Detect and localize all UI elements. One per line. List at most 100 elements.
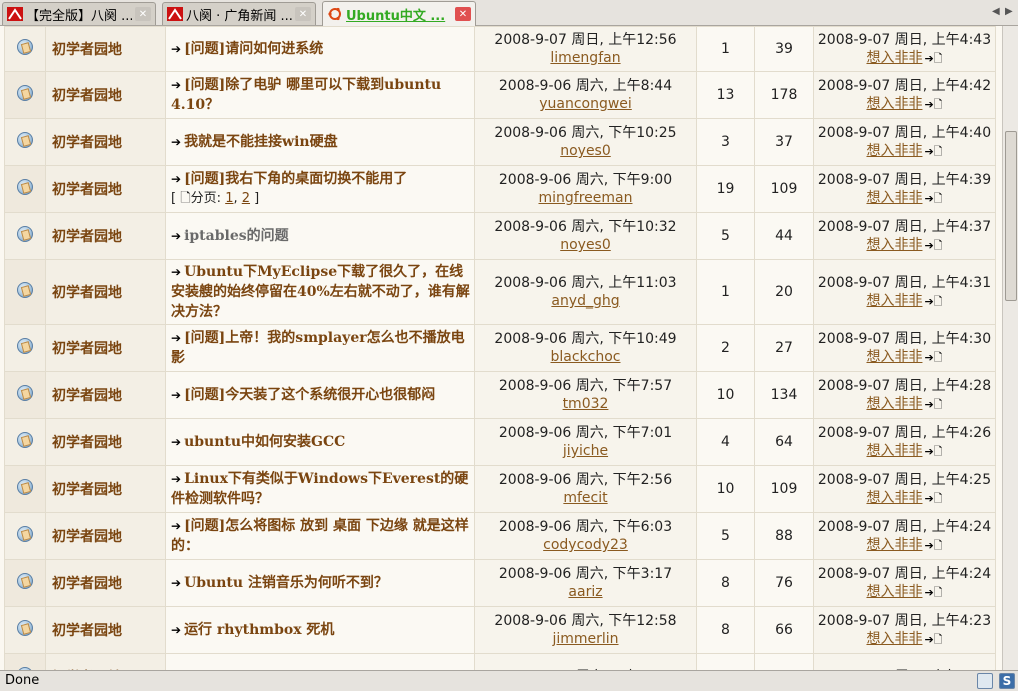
goto-last-post-icon[interactable]: ➔🗋 [924, 349, 942, 367]
last-poster-link[interactable]: 想入非非 [866, 490, 922, 506]
tab-close-icon[interactable]: ✕ [295, 7, 311, 21]
goto-last-post-icon[interactable]: ➔🗋 [924, 537, 942, 555]
goto-last-post-icon[interactable]: ➔🗋 [924, 190, 942, 208]
topic-author-cell: 2008-9-06 周六, 上午8:44 yuancongwei [474, 71, 697, 119]
tab-baque-news[interactable]: 八阕 · 广角新闻 ... ✕ [162, 2, 316, 25]
goto-last-post-icon[interactable]: ➔🗋 [924, 143, 942, 161]
page-link[interactable]: 2 [242, 191, 250, 206]
last-poster-link[interactable]: 想入非非 [866, 190, 922, 206]
topic-author-link[interactable]: mfecit [475, 489, 696, 507]
last-poster-link[interactable]: 想入非非 [866, 143, 922, 159]
forum-name[interactable]: 初学者园地 [45, 259, 166, 325]
vertical-scrollbar[interactable] [1002, 26, 1018, 670]
last-poster-link[interactable]: 想入非非 [866, 584, 922, 600]
s-plugin-icon[interactable]: S [999, 673, 1015, 689]
topic-author-link[interactable]: limengfan [475, 49, 696, 67]
forum-name[interactable]: 初学者园地 [45, 653, 166, 670]
last-poster-link[interactable]: 想入非非 [866, 349, 922, 365]
last-post-cell: 2008-9-07 周日, 上午4:40 想入非非 ➔🗋 [813, 118, 996, 166]
forum-name[interactable]: 初学者园地 [45, 26, 166, 72]
goto-last-post-icon[interactable]: ➔🗋 [924, 584, 942, 602]
arrow-right-icon[interactable]: ➔ [171, 469, 181, 489]
topic-title-link[interactable]: [问题]怎么将图标 放到 桌面 下边缘 就是这样的： [171, 518, 469, 554]
topic-author-link[interactable]: anyd_ghg [475, 292, 696, 310]
arrow-right-icon[interactable]: ➔ [171, 516, 181, 536]
topic-title-link[interactable]: Ubuntu 注销音乐为何听不到？ [184, 575, 388, 591]
tab-close-icon[interactable]: ✕ [135, 7, 151, 21]
tab-scroll-right-icon[interactable]: ▶ [1005, 6, 1015, 18]
topic-title-link[interactable]: ubuntu中如何安装GCC [184, 434, 345, 450]
goto-last-post-icon[interactable]: ➔🗋 [924, 396, 942, 414]
topic-author-link[interactable]: tm032 [475, 395, 696, 413]
forum-name[interactable]: 初学者园地 [45, 324, 166, 372]
page-link[interactable]: 1 [225, 191, 233, 206]
arrow-right-icon[interactable]: ➔ [171, 432, 181, 452]
last-poster-link[interactable]: 想入非非 [866, 50, 922, 66]
topic-author-link[interactable]: mingfreeman [475, 189, 696, 207]
topic-title-link[interactable]: Ubuntu下MyEclipse下载了很久了，在线安装艘的始终停留在40%左右就… [171, 264, 470, 320]
arrow-right-icon[interactable]: ➔ [171, 75, 181, 95]
arrow-right-icon[interactable]: ➔ [171, 262, 181, 282]
arrow-right-icon[interactable]: ➔ [171, 620, 181, 640]
forum-name[interactable]: 初学者园地 [45, 512, 166, 560]
last-poster-link[interactable]: 想入非非 [866, 396, 922, 412]
topic-author-link[interactable]: aariz [475, 583, 696, 601]
arrow-right-icon[interactable]: ➔ [171, 169, 181, 189]
topic-title-link[interactable]: [问题]除了电驴 哪里可以下载到ubuntu 4.10？ [171, 77, 441, 113]
tab-baque-full[interactable]: 【完全版】八阕 ... ✕ [2, 2, 156, 25]
arrow-right-icon[interactable]: ➔ [171, 132, 181, 152]
goto-last-post-icon[interactable]: ➔🗋 [924, 443, 942, 461]
page-info-icon[interactable] [977, 673, 993, 689]
topic-row: 初学者园地 2008-9-06 周六, 下午4:08 2008-9-07 周日, 上… [4, 653, 996, 670]
topic-author-link[interactable]: noyes0 [475, 236, 696, 254]
goto-last-post-icon[interactable]: ➔🗋 [924, 237, 942, 255]
reply-count: 8 [696, 606, 755, 654]
arrow-right-icon[interactable]: ➔ [171, 385, 181, 405]
topic-author-link[interactable]: noyes0 [475, 142, 696, 160]
topic-author-link[interactable]: jiyiche [475, 442, 696, 460]
arrow-right-icon[interactable]: ➔ [171, 39, 181, 59]
topic-title-link[interactable]: [问题]上帝！我的smplayer怎么也不播放电影 [171, 330, 465, 366]
tab-close-icon[interactable]: ✕ [455, 7, 471, 21]
tab-scroll-left-icon[interactable]: ◀ [992, 6, 1002, 18]
goto-last-post-icon[interactable]: ➔🗋 [924, 490, 942, 508]
tab-ubuntu-cn[interactable]: Ubuntu中文 ... ✕ [322, 1, 476, 26]
topic-author-link[interactable]: yuancongwei [475, 95, 696, 113]
scrollbar-thumb[interactable] [1005, 131, 1017, 301]
reply-count [696, 653, 755, 670]
last-poster-link[interactable]: 想入非非 [866, 631, 922, 647]
topic-title-link[interactable]: [问题]今天装了这个系统很开心也很郁闷 [184, 387, 435, 403]
forum-name[interactable]: 初学者园地 [45, 606, 166, 654]
topic-author-link[interactable]: blackchoc [475, 348, 696, 366]
last-poster-link[interactable]: 想入非非 [866, 237, 922, 253]
forum-name[interactable]: 初学者园地 [45, 71, 166, 119]
forum-name[interactable]: 初学者园地 [45, 212, 166, 260]
arrow-right-icon[interactable]: ➔ [171, 573, 181, 593]
topic-author-link[interactable]: codycody23 [475, 536, 696, 554]
topic-author-link[interactable]: jimmerlin [475, 630, 696, 648]
topic-title-link[interactable]: 运行 rhythmbox 死机 [184, 622, 334, 638]
goto-last-post-icon[interactable]: ➔🗋 [924, 293, 942, 311]
arrow-right-icon[interactable]: ➔ [171, 328, 181, 348]
topic-title-link[interactable]: iptables的问题 [184, 228, 289, 244]
forum-name[interactable]: 初学者园地 [45, 165, 166, 213]
topic-title-link[interactable]: [问题]我右下角的桌面切换不能用了 [184, 171, 407, 187]
last-poster-link[interactable]: 想入非非 [866, 293, 922, 309]
forum-name[interactable]: 初学者园地 [45, 418, 166, 466]
arrow-right-icon[interactable]: ➔ [171, 226, 181, 246]
goto-last-post-icon[interactable]: ➔🗋 [924, 631, 942, 649]
topic-title-link[interactable]: Linux下有类似于Windows下Everest的硬件检测软件吗？ [171, 471, 468, 507]
forum-name[interactable]: 初学者园地 [45, 559, 166, 607]
goto-last-post-icon[interactable]: ➔🗋 [924, 96, 942, 114]
goto-last-post-icon[interactable]: ➔🗋 [924, 50, 942, 68]
topic-title-link[interactable]: 我就是不能挂接win硬盘 [184, 134, 338, 150]
topic-title-link[interactable]: [问题]请问如何进系统 [184, 41, 323, 57]
forum-name[interactable]: 初学者园地 [45, 465, 166, 513]
last-poster-link[interactable]: 想入非非 [866, 537, 922, 553]
topic-status-cell [4, 26, 46, 72]
last-poster-link[interactable]: 想入非非 [866, 443, 922, 459]
view-count: 134 [754, 371, 814, 419]
last-poster-link[interactable]: 想入非非 [866, 96, 922, 112]
forum-name[interactable]: 初学者园地 [45, 118, 166, 166]
forum-name[interactable]: 初学者园地 [45, 371, 166, 419]
